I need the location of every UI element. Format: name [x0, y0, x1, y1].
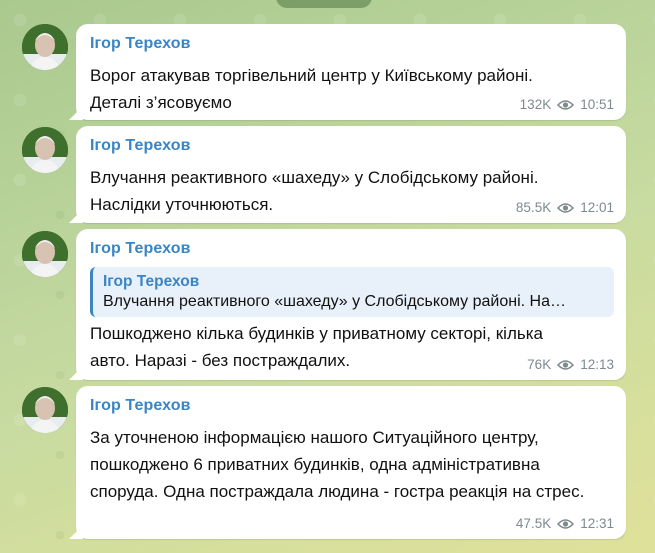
message-bubble[interactable]: Ігор Терехов Ворог атакував торгівельний… — [76, 24, 626, 120]
message-bubble[interactable]: Ігор Терехов За уточненою інформацією на… — [76, 386, 626, 539]
date-separator — [276, 0, 372, 8]
message-line: Ворог атакував торгівельний центр у Київ… — [90, 66, 533, 85]
message-time: 12:31 — [580, 516, 614, 531]
reply-sender: Ігор Терехов — [103, 273, 200, 290]
message-time: 10:51 — [580, 97, 614, 112]
view-count: 47.5K — [515, 516, 552, 531]
sender-name[interactable]: Ігор Терехов — [90, 397, 191, 415]
message-line: Пошкоджено кілька будинків у приватному … — [90, 324, 543, 343]
sender-name[interactable]: Ігор Терехов — [90, 137, 191, 155]
eye-icon — [557, 99, 575, 111]
message-bubble[interactable]: Ігор Терехов Влучання реактивного «шахед… — [76, 126, 626, 223]
reply-text: Влучання реактивного «шахеду» у Слобідсь… — [103, 293, 566, 310]
message-text: За уточненою інформацією нашого Ситуацій… — [90, 424, 612, 505]
view-count: 85.5K — [515, 200, 552, 215]
message-time: 12:01 — [580, 200, 614, 215]
avatar[interactable] — [22, 24, 68, 70]
message-meta: 47.5K 12:31 — [516, 516, 614, 531]
message-meta: 76K 12:13 — [527, 357, 614, 372]
view-count: 76K — [527, 357, 552, 372]
message-line: споруда. Одна постраждала людина - гостр… — [90, 482, 585, 501]
eye-icon — [557, 202, 575, 214]
message-line: пошкоджено 6 приватних будинків, одна ад… — [90, 455, 540, 474]
message-time: 12:13 — [580, 357, 614, 372]
message-bubble[interactable]: Ігор Терехов Ігор Терехов Влучання реакт… — [76, 229, 626, 380]
message-meta: 85.5K 12:01 — [516, 200, 614, 215]
eye-icon — [557, 518, 575, 530]
view-count: 132K — [519, 97, 552, 112]
avatar[interactable] — [22, 231, 68, 277]
eye-icon — [557, 359, 575, 371]
sender-name[interactable]: Ігор Терехов — [90, 240, 191, 258]
avatar[interactable] — [22, 387, 68, 433]
avatar[interactable] — [22, 127, 68, 173]
reply-preview[interactable]: Ігор Терехов Влучання реактивного «шахед… — [90, 267, 614, 317]
message-line: За уточненою інформацією нашого Ситуацій… — [90, 428, 539, 447]
message-line: Влучання реактивного «шахеду» у Слобідсь… — [90, 168, 539, 187]
message-meta: 132K 10:51 — [520, 97, 614, 112]
sender-name[interactable]: Ігор Терехов — [90, 35, 191, 53]
